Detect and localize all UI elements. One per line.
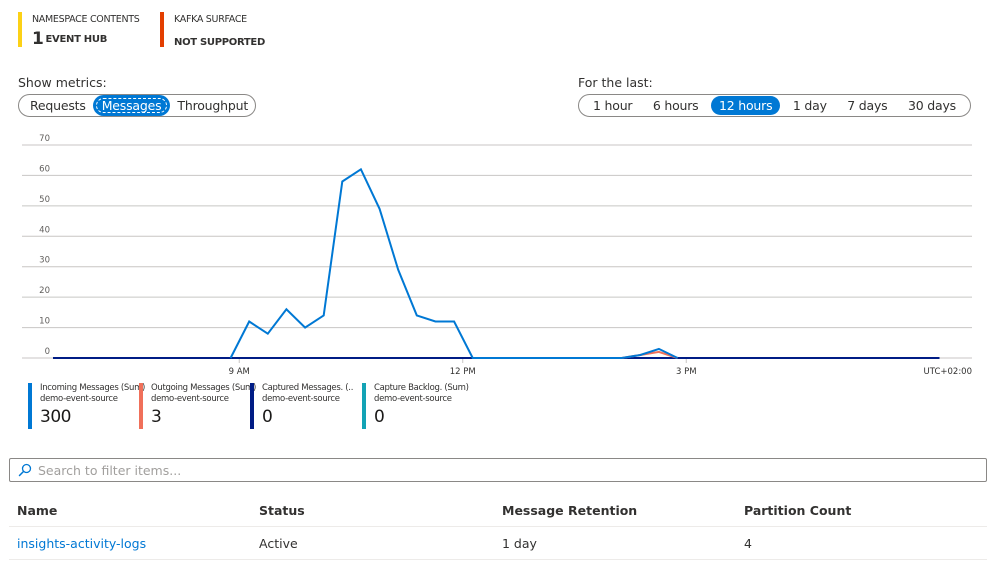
kafka-surface-tile: KAFKA SURFACE NOT SUPPORTED xyxy=(160,12,265,48)
search-icon xyxy=(15,460,35,480)
show-metrics-label: Show metrics: xyxy=(18,75,107,90)
time-option-6-hours[interactable]: 6 hours xyxy=(645,96,707,115)
event-hub-status: Active xyxy=(259,535,298,551)
column-header-name[interactable]: Name xyxy=(9,503,251,518)
chart-series xyxy=(53,167,940,359)
y-tick-label: 10 xyxy=(39,317,50,327)
event-hubs-table: Name Status Message Retention Partition … xyxy=(9,494,987,560)
legend-series-value: 0 xyxy=(262,407,273,427)
legend-incoming-messages[interactable]: Incoming Messages (Sum) demo-event-sourc… xyxy=(28,383,148,429)
x-tick-label: 9 AM xyxy=(229,367,250,377)
filter-search-input[interactable] xyxy=(35,460,986,480)
kafka-surface-label: KAFKA SURFACE xyxy=(174,14,247,25)
y-tick-label: 50 xyxy=(39,195,50,205)
y-tick-label: 20 xyxy=(39,286,50,296)
legend-series-value: 300 xyxy=(40,407,71,427)
legend-series-name: Incoming Messages (Sum) xyxy=(40,383,146,393)
legend-series-value: 3 xyxy=(151,407,162,427)
event-hub-count: 1 xyxy=(32,29,44,49)
legend-capture-backlog[interactable]: Capture Backlog. (Sum) demo-event-source… xyxy=(362,383,492,429)
messages-line-chart[interactable]: 0 10 20 30 40 50 60 70 9 AM 12 PM 3 PM UTC+02:00 xyxy=(0,130,1000,380)
event-hub-name-link[interactable]: insights-activity-logs xyxy=(17,536,146,551)
legend-series-source: demo-event-source xyxy=(262,394,340,404)
chart-y-axis: 0 10 20 30 40 50 60 70 xyxy=(39,134,50,357)
legend-series-source: demo-event-source xyxy=(374,394,452,404)
namespace-contents-label: NAMESPACE CONTENTS xyxy=(32,14,140,25)
legend-series-name: Outgoing Messages (Sum) xyxy=(151,383,257,393)
for-the-last-label: For the last: xyxy=(578,75,653,90)
legend-series-source: demo-event-source xyxy=(151,394,229,404)
time-range-selector: 1 hour 6 hours 12 hours 1 day 7 days 30 … xyxy=(578,94,971,117)
event-hub-unit: EVENT HUB xyxy=(45,34,108,45)
metric-option-messages[interactable]: Messages xyxy=(93,96,170,115)
table-row[interactable]: insights-activity-logs Active 1 day 4 xyxy=(9,527,987,560)
event-hub-partition-count: 4 xyxy=(744,535,752,551)
time-option-1-hour[interactable]: 1 hour xyxy=(585,96,640,115)
chart-x-axis: 9 AM 12 PM 3 PM xyxy=(229,358,697,377)
y-tick-label: 40 xyxy=(39,225,50,235)
y-tick-label: 70 xyxy=(39,134,50,144)
legend-series-name: Captured Messages. (.. xyxy=(262,383,354,393)
table-header-row: Name Status Message Retention Partition … xyxy=(9,494,987,527)
time-option-12-hours[interactable]: 12 hours xyxy=(710,96,781,115)
y-tick-label: 30 xyxy=(39,256,50,266)
metric-option-requests[interactable]: Requests xyxy=(22,96,94,115)
legend-outgoing-messages[interactable]: Outgoing Messages (Sum) demo-event-sourc… xyxy=(139,383,259,429)
series-line-incoming-messages-sum[interactable] xyxy=(229,167,679,359)
x-tick-label: 3 PM xyxy=(676,367,697,377)
column-header-message-retention[interactable]: Message Retention xyxy=(494,503,736,518)
time-option-1-day[interactable]: 1 day xyxy=(785,96,835,115)
namespace-contents-tile: NAMESPACE CONTENTS 1 EVENT HUB xyxy=(18,12,140,49)
event-hub-retention: 1 day xyxy=(502,535,537,551)
timezone-label: UTC+02:00 xyxy=(924,367,972,377)
x-tick-label: 12 PM xyxy=(450,367,476,377)
y-tick-label: 60 xyxy=(39,164,50,174)
column-header-status[interactable]: Status xyxy=(251,503,494,518)
metric-option-throughput[interactable]: Throughput xyxy=(169,96,256,115)
legend-series-name: Capture Backlog. (Sum) xyxy=(374,383,469,393)
time-option-30-days[interactable]: 30 days xyxy=(900,96,964,115)
time-option-7-days[interactable]: 7 days xyxy=(839,96,895,115)
legend-captured-messages[interactable]: Captured Messages. (.. demo-event-source… xyxy=(250,383,370,429)
metrics-selector: Requests Messages Throughput xyxy=(18,94,256,117)
filter-search-box[interactable] xyxy=(9,458,987,482)
namespace-contents-value: 1 EVENT HUB xyxy=(32,29,140,49)
column-header-partition-count[interactable]: Partition Count xyxy=(736,503,986,518)
legend-series-source: demo-event-source xyxy=(40,394,118,404)
kafka-surface-value: NOT SUPPORTED xyxy=(174,37,265,48)
chart-gridlines xyxy=(22,144,972,359)
legend-series-value: 0 xyxy=(374,407,385,427)
y-tick-label: 0 xyxy=(45,347,50,357)
